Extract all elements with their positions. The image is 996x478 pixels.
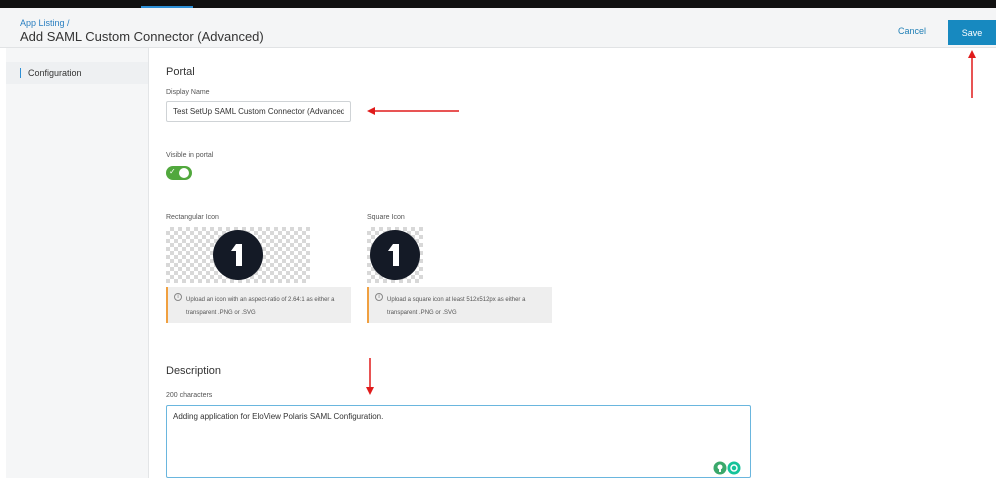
annotation-arrow-down-icon bbox=[366, 358, 374, 395]
check-icon: ✓ bbox=[169, 167, 176, 176]
info-icon: i bbox=[375, 293, 383, 301]
hint-text: Upload a square icon at least 512x512px … bbox=[387, 297, 526, 316]
top-bar bbox=[0, 0, 996, 8]
save-button[interactable]: Save bbox=[948, 20, 996, 45]
toggle-knob bbox=[179, 168, 189, 178]
sidebar-item-configuration[interactable]: Configuration bbox=[6, 62, 148, 84]
breadcrumb-app-listing[interactable]: App Listing / bbox=[20, 18, 70, 28]
textarea-assist-icons bbox=[713, 461, 741, 475]
rectangular-icon-label: Rectangular Icon bbox=[166, 214, 219, 221]
hint-text: Upload an icon with an aspect-ratio of 2… bbox=[186, 297, 335, 316]
sidebar-item-label: Configuration bbox=[28, 68, 82, 78]
annotation-arrow-left-icon bbox=[367, 107, 459, 115]
display-name-label: Display Name bbox=[166, 89, 210, 96]
active-item-marker bbox=[20, 68, 21, 78]
square-icon-hint: i Upload a square icon at least 512x512p… bbox=[367, 287, 552, 323]
portal-section-title: Portal bbox=[166, 66, 195, 78]
number-one-icon bbox=[388, 244, 399, 266]
grammarly-icon[interactable] bbox=[727, 461, 741, 475]
cancel-button[interactable]: Cancel bbox=[898, 26, 926, 36]
square-icon-label: Square Icon bbox=[367, 214, 405, 221]
rectangular-icon-hint: i Upload an icon with an aspect-ratio of… bbox=[166, 287, 351, 323]
rectangular-icon-preview[interactable] bbox=[166, 227, 310, 283]
description-section-title: Description bbox=[166, 365, 222, 377]
sidebar: Configuration bbox=[6, 48, 149, 478]
annotation-arrow-up-icon bbox=[968, 50, 976, 98]
number-one-icon bbox=[231, 244, 242, 266]
visible-in-portal-toggle[interactable]: ✓ bbox=[166, 166, 192, 180]
display-name-input[interactable] bbox=[166, 101, 351, 122]
lightbulb-icon[interactable] bbox=[713, 461, 727, 475]
description-textarea[interactable]: Adding application for EloView Polaris S… bbox=[166, 405, 751, 478]
character-limit-label: 200 characters bbox=[166, 392, 213, 399]
app-logo-icon bbox=[370, 230, 420, 280]
square-icon-preview[interactable] bbox=[367, 227, 423, 283]
page-header: App Listing / Add SAML Custom Connector … bbox=[0, 8, 996, 48]
info-icon: i bbox=[174, 293, 182, 301]
visible-in-portal-label: Visible in portal bbox=[166, 152, 214, 159]
app-logo-icon bbox=[213, 230, 263, 280]
page-title: Add SAML Custom Connector (Advanced) bbox=[20, 29, 264, 44]
